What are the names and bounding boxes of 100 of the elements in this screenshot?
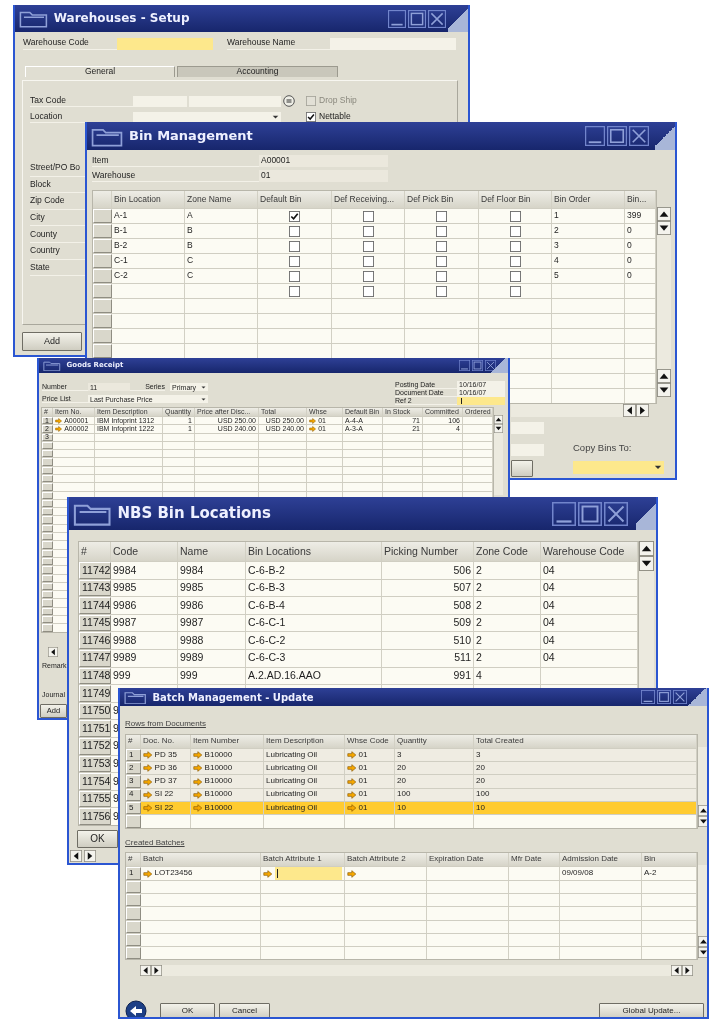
scrollbar[interactable] (494, 414, 503, 495)
button[interactable] (511, 460, 533, 477)
row-header[interactable]: 11751 (79, 720, 111, 737)
scroll-left-button[interactable] (623, 404, 636, 417)
checkbox[interactable] (289, 255, 300, 267)
row-header[interactable] (42, 574, 53, 582)
minimize-button[interactable] (552, 501, 576, 526)
row-header[interactable] (42, 582, 53, 591)
scroll-left-button[interactable] (671, 965, 682, 977)
button[interactable]: Cancel (219, 1003, 270, 1017)
maximize-button[interactable] (578, 501, 602, 526)
table-row[interactable]: 3 PD 37 B10000 Lubricating Oil 01 20 20 (126, 774, 697, 788)
scrollbar[interactable] (511, 404, 649, 417)
scroll-right-button[interactable] (636, 404, 649, 417)
row-header[interactable]: 11743 (79, 579, 111, 597)
checkbox[interactable] (509, 240, 521, 252)
close-button[interactable] (485, 360, 496, 371)
button[interactable]: Add (22, 332, 82, 351)
scroll-up-button[interactable] (657, 207, 671, 221)
checkbox[interactable] (306, 112, 316, 122)
scroll-down-button[interactable] (657, 383, 671, 397)
checkbox[interactable] (436, 240, 447, 252)
link-arrow-icon[interactable] (347, 869, 357, 878)
row-header[interactable] (42, 466, 53, 474)
row-header[interactable]: 11747 (79, 649, 111, 667)
lookup-button[interactable] (283, 95, 295, 107)
row-header[interactable]: 11749 (79, 685, 111, 702)
link-arrow-icon[interactable] (263, 869, 273, 878)
input-field[interactable] (511, 444, 544, 456)
close-button[interactable] (604, 501, 628, 526)
row-header[interactable] (42, 458, 53, 466)
row-header[interactable] (42, 524, 53, 533)
minimize-button[interactable] (459, 360, 470, 371)
row-header[interactable]: 11755 (79, 790, 111, 808)
row-header[interactable]: 11746 (79, 632, 111, 649)
scroll-right-button[interactable] (84, 849, 96, 862)
row-header[interactable] (42, 624, 53, 632)
row-header[interactable] (42, 508, 53, 516)
close-button[interactable] (629, 126, 649, 146)
scrollbar[interactable] (698, 746, 707, 827)
checkbox[interactable] (509, 255, 521, 267)
row-header[interactable]: 3 (126, 775, 141, 788)
row-header[interactable] (126, 893, 141, 907)
row-header[interactable]: 11753 (79, 755, 111, 773)
row-header[interactable] (42, 557, 53, 566)
checkbox[interactable] (436, 285, 447, 297)
close-button[interactable] (673, 690, 687, 704)
row-header[interactable]: 5 (126, 802, 141, 815)
scroll-up-button[interactable] (657, 369, 671, 383)
button[interactable]: OK (77, 829, 118, 848)
row-header[interactable] (126, 920, 141, 933)
checkbox[interactable] (362, 270, 374, 282)
row-header[interactable] (42, 616, 53, 624)
row-header[interactable] (126, 907, 141, 920)
minimize-button[interactable] (585, 126, 605, 146)
row-header[interactable] (42, 441, 53, 450)
row-header[interactable]: 11750 (79, 702, 111, 720)
table-row[interactable]: 2 PD 36 B10000 Lubricating Oil 01 20 20 (126, 761, 697, 775)
row-header[interactable]: 2 (126, 762, 141, 775)
scroll-up-button[interactable] (698, 804, 707, 816)
scroll-up-button[interactable] (494, 414, 503, 424)
scroll-down-button[interactable] (657, 221, 671, 235)
link-arrow-icon[interactable] (143, 869, 153, 878)
row-header[interactable]: 1 (126, 867, 141, 880)
maximize-button[interactable] (408, 9, 426, 28)
maximize-button[interactable] (657, 690, 671, 704)
row-header[interactable] (93, 269, 112, 283)
minimize-button[interactable] (388, 9, 406, 28)
row-header[interactable] (42, 491, 53, 499)
row-header[interactable] (93, 344, 112, 358)
scroll-left-button[interactable] (140, 965, 151, 977)
row-header[interactable] (93, 224, 112, 238)
row-header[interactable] (126, 880, 141, 893)
checkbox[interactable] (436, 255, 447, 267)
input-field[interactable] (457, 396, 505, 405)
row-header[interactable] (42, 450, 53, 458)
checkbox[interactable] (289, 225, 300, 237)
row-header[interactable] (93, 209, 112, 223)
row-header[interactable] (42, 483, 53, 491)
checkbox[interactable] (289, 240, 300, 252)
row-header[interactable] (93, 284, 112, 298)
row-header[interactable] (126, 933, 141, 947)
checkbox[interactable] (509, 210, 521, 222)
row-header[interactable]: 4 (126, 788, 141, 801)
section-link[interactable]: Rows from Documents (125, 720, 206, 729)
row-header[interactable]: 11742 (79, 562, 111, 579)
scroll-left-button[interactable] (48, 646, 58, 657)
input-field[interactable] (511, 422, 544, 434)
checkbox[interactable] (509, 285, 521, 297)
row-header[interactable] (93, 314, 112, 328)
row-header[interactable]: 11744 (79, 597, 111, 614)
checkbox[interactable] (362, 225, 374, 237)
row-header[interactable] (42, 549, 53, 557)
scroll-down-button[interactable] (698, 947, 707, 959)
checkbox[interactable] (436, 270, 447, 282)
row-header[interactable] (42, 599, 53, 607)
row-header[interactable] (42, 499, 53, 508)
row-header[interactable] (126, 947, 141, 960)
row-header[interactable] (42, 591, 53, 599)
row-header[interactable]: 11748 (79, 667, 111, 685)
